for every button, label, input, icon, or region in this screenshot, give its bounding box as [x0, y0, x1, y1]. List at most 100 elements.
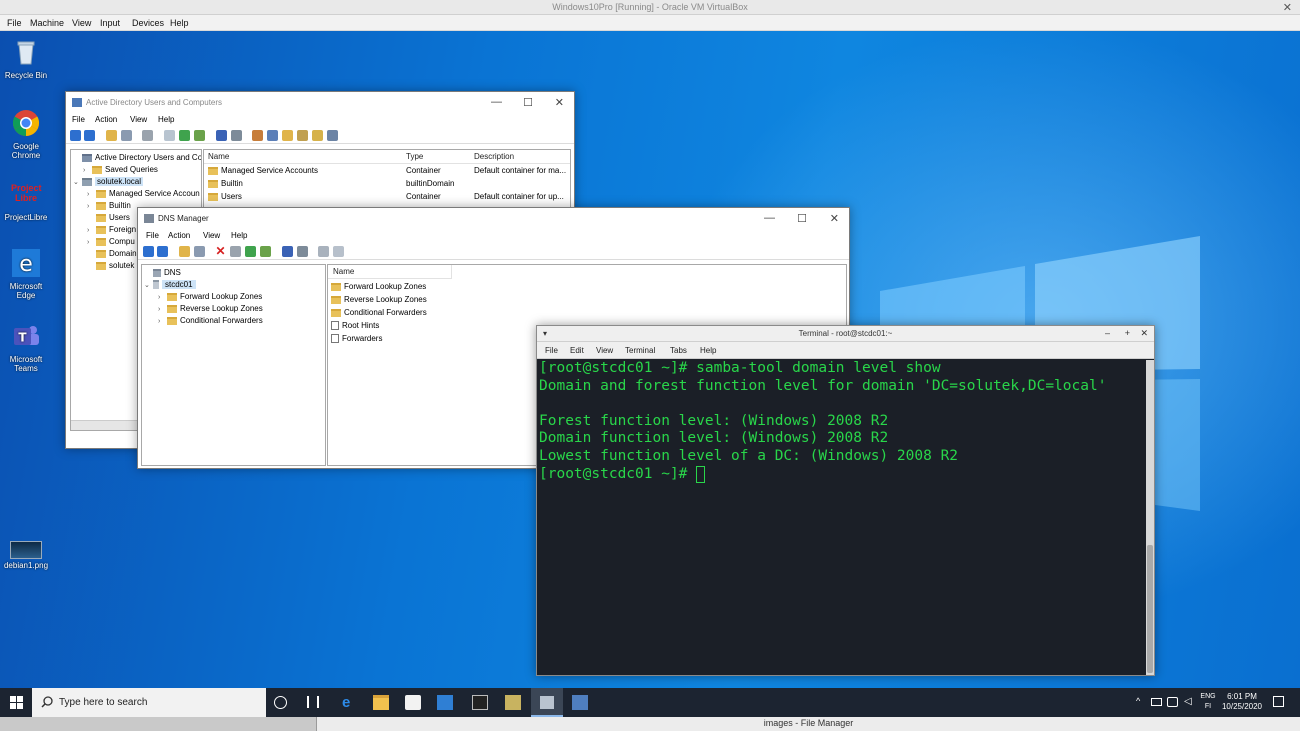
volume-icon[interactable]: ◁: [1184, 696, 1192, 707]
dns-menu-help[interactable]: Help: [231, 231, 247, 240]
dns-menu-file[interactable]: File: [146, 231, 159, 240]
taskbar-search[interactable]: Type here to search: [32, 688, 266, 717]
expander-icon[interactable]: ›: [83, 165, 92, 176]
maximize-button[interactable]: ☐: [797, 212, 807, 225]
refresh-icon[interactable]: [245, 246, 256, 257]
vbox-menu-input[interactable]: Input: [100, 18, 120, 28]
new-user-icon[interactable]: [252, 130, 263, 141]
tree-item[interactable]: › Builtin: [87, 200, 131, 211]
vbox-menu-view[interactable]: View: [72, 18, 91, 28]
list-item[interactable]: Forwarders: [331, 333, 382, 345]
terminal-output[interactable]: [root@stcdc01 ~]# samba-tool domain leve…: [539, 360, 1144, 673]
aduc-titlebar[interactable]: Active Directory Users and Computers — ☐…: [66, 92, 574, 114]
expander-icon[interactable]: ⌄: [73, 177, 82, 188]
expander-icon[interactable]: ⌄: [144, 280, 153, 291]
forward-icon[interactable]: [84, 130, 95, 141]
dns-titlebar[interactable]: DNS Manager — ☐ ✕: [138, 208, 849, 230]
desktop-icon-recycle-bin[interactable]: Recycle Bin: [2, 37, 50, 80]
close-button[interactable]: ✕: [555, 96, 564, 109]
tree-item[interactable]: solutek: [87, 260, 134, 271]
vbox-menu-file[interactable]: File: [7, 18, 22, 28]
tree-item[interactable]: ⌄ solutek.local: [73, 176, 144, 188]
task-view-icon[interactable]: [307, 696, 319, 708]
desktop-icon-chrome[interactable]: Google Chrome: [2, 108, 50, 160]
tree-item[interactable]: › Forward Lookup Zones: [158, 291, 262, 302]
aduc-menu-help[interactable]: Help: [158, 115, 174, 124]
list-item[interactable]: Reverse Lookup Zones: [331, 294, 427, 306]
mail-icon[interactable]: [437, 695, 453, 710]
vbox-menu-help[interactable]: Help: [170, 18, 189, 28]
store-icon[interactable]: [405, 695, 421, 710]
aduc-menu-view[interactable]: View: [130, 115, 147, 124]
vbox-menu-devices[interactable]: Devices: [132, 18, 164, 28]
new-group-icon[interactable]: [267, 130, 278, 141]
show-tree-icon[interactable]: [194, 246, 205, 257]
notifications-icon[interactable]: [1273, 696, 1284, 707]
cortana-icon[interactable]: [274, 696, 287, 709]
tree-item[interactable]: Domain: [87, 248, 137, 259]
action-pane-icon[interactable]: [231, 130, 242, 141]
help-icon[interactable]: [216, 130, 227, 141]
list-item[interactable]: Users Container Default container for up…: [208, 191, 568, 203]
list-item[interactable]: Managed Service Accounts Container Defau…: [208, 165, 568, 177]
up-folder-icon[interactable]: [106, 130, 117, 141]
tree-item[interactable]: › Saved Queries: [83, 164, 158, 175]
back-icon[interactable]: [70, 130, 81, 141]
clock[interactable]: 6:01 PM 10/25/2020: [1217, 692, 1267, 712]
export-icon[interactable]: [194, 130, 205, 141]
tree-item[interactable]: › Conditional Forwarders: [158, 315, 263, 326]
column-name[interactable]: Name: [208, 152, 229, 161]
aduc-menu-action[interactable]: Action: [95, 115, 117, 124]
dns-tree-pane[interactable]: DNS ⌄ stcdc01 › Forward Lookup Zones › Reve…: [141, 264, 326, 466]
column-name[interactable]: Name: [333, 267, 354, 276]
column-description[interactable]: Description: [474, 152, 514, 161]
delete-icon[interactable]: ✕: [215, 245, 226, 257]
filter-icon[interactable]: [297, 130, 308, 141]
terminal-menu-view[interactable]: View: [596, 346, 613, 355]
aduc-taskbar-icon[interactable]: [572, 695, 588, 710]
close-button[interactable]: ✕: [830, 212, 839, 225]
list-item[interactable]: Builtin builtinDomain: [208, 178, 568, 190]
start-button[interactable]: [10, 696, 23, 709]
tree-item[interactable]: Active Directory Users and Com: [73, 152, 201, 163]
terminal-menu-terminal[interactable]: Terminal: [625, 346, 655, 355]
network-icon[interactable]: [1151, 698, 1162, 706]
aduc-menu-file[interactable]: File: [72, 115, 85, 124]
up-folder-icon[interactable]: [179, 246, 190, 257]
copy-icon[interactable]: [164, 130, 175, 141]
expander-icon[interactable]: ›: [87, 189, 96, 200]
terminal-menu-file[interactable]: File: [545, 346, 558, 355]
tree-item[interactable]: › Reverse Lookup Zones: [158, 303, 263, 314]
minimize-button[interactable]: —: [491, 96, 502, 108]
list-item[interactable]: Forward Lookup Zones: [331, 281, 426, 293]
close-button[interactable]: ✕: [1140, 328, 1148, 339]
action-pane-icon[interactable]: [297, 246, 308, 257]
new-ou-icon[interactable]: [282, 130, 293, 141]
expander-icon[interactable]: ›: [158, 316, 167, 327]
vpn-icon[interactable]: [1167, 697, 1178, 707]
properties-icon[interactable]: [230, 246, 241, 257]
desktop-icon-projectlibre[interactable]: Project Libre ProjectLibre: [2, 181, 50, 222]
tree-item[interactable]: DNS: [144, 267, 181, 278]
export-icon[interactable]: [260, 246, 271, 257]
scrollbar-thumb[interactable]: [1147, 545, 1153, 673]
properties-icon[interactable]: [142, 130, 153, 141]
terminal-menu-edit[interactable]: Edit: [570, 346, 584, 355]
column-type[interactable]: Type: [406, 152, 423, 161]
server-icon[interactable]: [318, 246, 329, 257]
show-tree-icon[interactable]: [121, 130, 132, 141]
taskbar-dns-active[interactable]: [531, 688, 563, 717]
server-manager-icon[interactable]: [505, 695, 521, 710]
language-indicator[interactable]: ENG FI: [1198, 692, 1218, 712]
find-icon[interactable]: [312, 130, 323, 141]
terminal-titlebar[interactable]: ▾ Terminal - root@stcdc01:~ – + ✕: [537, 326, 1154, 342]
tree-item[interactable]: ⌄ stcdc01: [144, 279, 196, 290]
terminal-menu-tabs[interactable]: Tabs: [670, 346, 687, 355]
zone-icon[interactable]: [333, 246, 344, 257]
show-hidden-icons-icon[interactable]: ^: [1136, 696, 1140, 706]
dns-menu-view[interactable]: View: [203, 231, 220, 240]
expander-icon[interactable]: ›: [158, 292, 167, 303]
expander-icon[interactable]: ›: [158, 304, 167, 315]
vbox-menu-machine[interactable]: Machine: [30, 18, 64, 28]
terminal-window[interactable]: ▾ Terminal - root@stcdc01:~ – + ✕ File E…: [536, 325, 1155, 676]
